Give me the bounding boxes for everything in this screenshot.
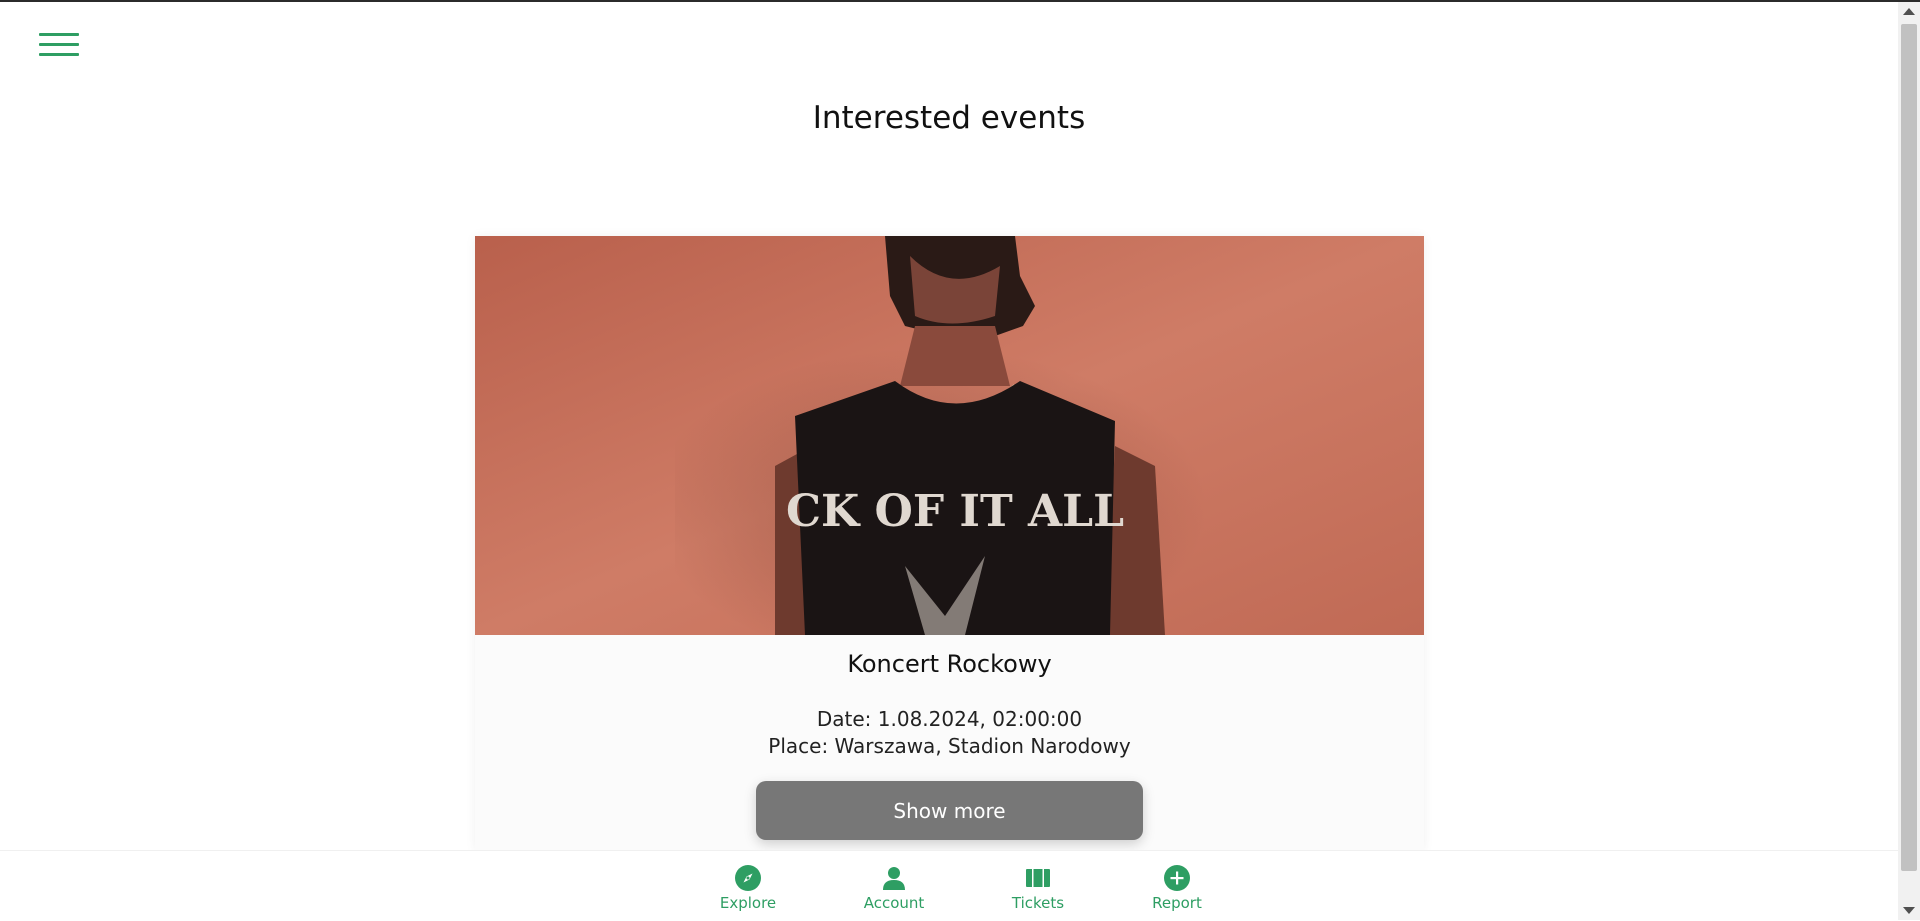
ticket-icon bbox=[1026, 869, 1050, 887]
nav-account-label: Account bbox=[863, 894, 925, 912]
event-title: Koncert Rockowy bbox=[847, 650, 1052, 678]
shirt-print-text: CK OF IT ALL bbox=[786, 486, 1124, 537]
nav-tickets[interactable]: Tickets bbox=[988, 865, 1088, 912]
nav-account[interactable]: Account bbox=[844, 865, 944, 912]
person-icon bbox=[883, 867, 905, 890]
event-image: CK OF IT ALL bbox=[475, 236, 1424, 635]
event-card: CK OF IT ALL Koncert Rockowy Date: 1.08.… bbox=[475, 236, 1424, 851]
page-title: Interested events bbox=[812, 100, 1086, 136]
bottom-navigation: Explore Account Tickets Report bbox=[0, 850, 1898, 921]
scroll-down-arrow-icon[interactable] bbox=[1903, 907, 1915, 914]
hamburger-icon-bar bbox=[39, 43, 79, 46]
scrollbar-thumb[interactable] bbox=[1901, 24, 1917, 871]
event-place: Place: Warszawa, Stadion Narodowy bbox=[768, 734, 1131, 758]
hamburger-icon-bar bbox=[39, 33, 79, 36]
hamburger-menu-button[interactable] bbox=[39, 31, 79, 59]
event-date: Date: 1.08.2024, 02:00:00 bbox=[816, 707, 1083, 731]
nav-report-label: Report bbox=[1152, 894, 1202, 912]
hamburger-icon-bar bbox=[39, 53, 79, 56]
window-top-border bbox=[0, 0, 1920, 2]
scroll-up-arrow-icon[interactable] bbox=[1903, 8, 1915, 15]
nav-explore[interactable]: Explore bbox=[698, 865, 798, 912]
vertical-scrollbar[interactable] bbox=[1898, 2, 1920, 920]
nav-report[interactable]: Report bbox=[1127, 865, 1227, 912]
nav-tickets-label: Tickets bbox=[1011, 894, 1065, 912]
show-more-button[interactable]: Show more bbox=[756, 781, 1143, 840]
nav-explore-label: Explore bbox=[719, 894, 777, 912]
compass-icon bbox=[735, 865, 761, 891]
plus-circle-icon bbox=[1164, 865, 1190, 891]
